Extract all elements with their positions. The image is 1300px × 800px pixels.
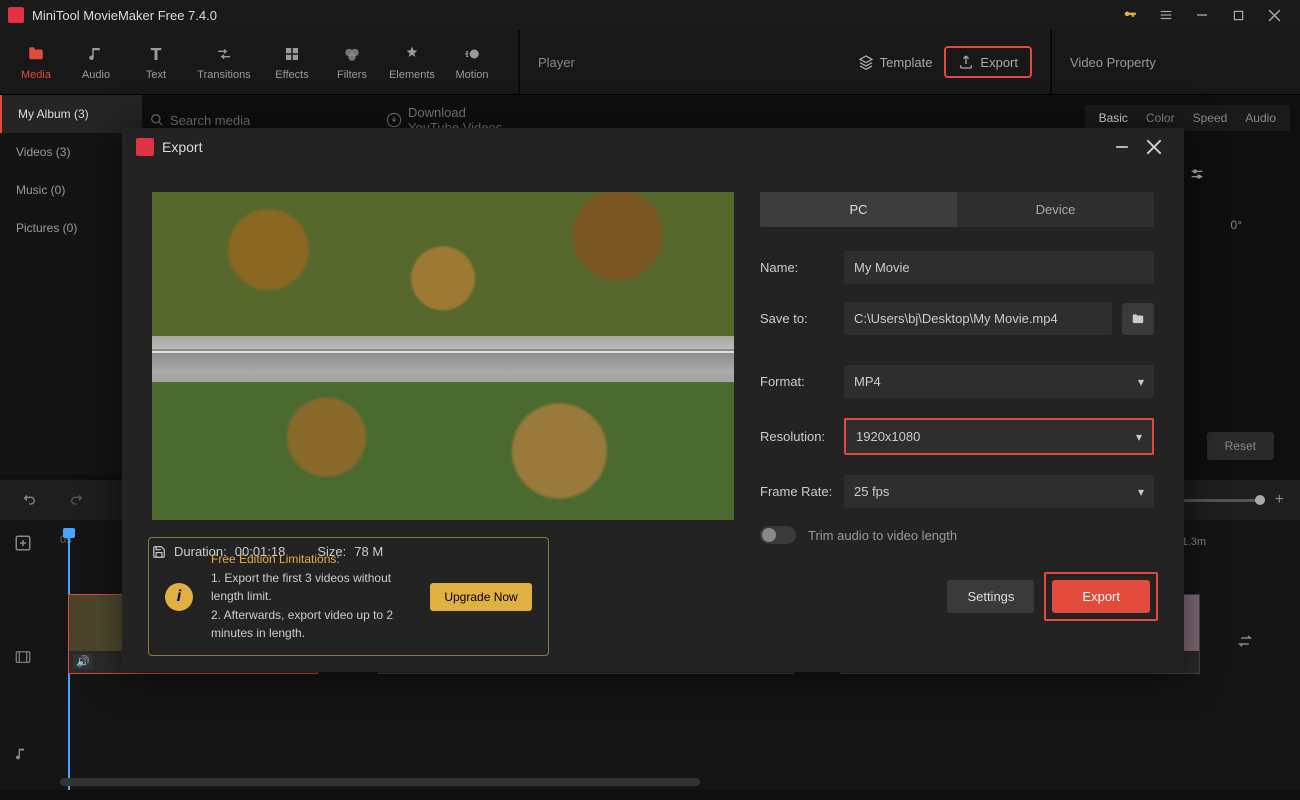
time-mark-end: 1.3m bbox=[1182, 536, 1206, 548]
search-icon bbox=[150, 113, 164, 127]
download-icon bbox=[386, 112, 402, 128]
sidebar-item-videos[interactable]: Videos (3) bbox=[0, 133, 142, 171]
target-segment: PC Device bbox=[760, 192, 1154, 227]
video-track-icon[interactable] bbox=[14, 648, 58, 666]
tool-label: Media bbox=[21, 69, 51, 81]
tool-elements[interactable]: Elements bbox=[382, 30, 442, 94]
info-icon: i bbox=[165, 583, 193, 611]
fps-select[interactable]: 25 fps ▾ bbox=[844, 475, 1154, 508]
add-track-icon[interactable] bbox=[14, 534, 58, 552]
tab-color[interactable]: Color bbox=[1146, 111, 1175, 125]
sidebar-item-album[interactable]: My Album (3) bbox=[0, 95, 142, 133]
tab-basic[interactable]: Basic bbox=[1099, 111, 1128, 125]
clip-audio-icon: 🔊 bbox=[73, 654, 93, 669]
effects-icon bbox=[283, 43, 301, 65]
swap-icon[interactable] bbox=[1236, 632, 1254, 650]
zoom-in-icon[interactable]: + bbox=[1275, 491, 1284, 509]
motion-icon bbox=[463, 43, 481, 65]
folder-icon bbox=[26, 43, 46, 65]
dialog-title: Export bbox=[162, 139, 1106, 155]
free-limitations-notice: i Free Edition Limitations: 1. Export th… bbox=[148, 537, 549, 656]
export-dialog: Export Duration: 00:01:18 Size: 78 M bbox=[122, 128, 1184, 672]
transitions-icon bbox=[214, 43, 234, 65]
text-icon bbox=[147, 43, 165, 65]
upgrade-button[interactable]: Upgrade Now bbox=[430, 583, 531, 611]
export-button-highlight: Export bbox=[1044, 572, 1158, 621]
dialog-close-button[interactable] bbox=[1138, 131, 1170, 163]
chevron-down-icon: ▾ bbox=[1138, 485, 1144, 499]
tool-media[interactable]: Media bbox=[6, 30, 66, 94]
tool-filters[interactable]: Filters bbox=[322, 30, 382, 94]
chevron-down-icon: ▾ bbox=[1138, 375, 1144, 389]
timeline-scrollbar[interactable] bbox=[60, 778, 700, 786]
adjust-icon[interactable] bbox=[1189, 166, 1205, 182]
sidebar-item-pictures[interactable]: Pictures (0) bbox=[0, 209, 142, 247]
player-label: Player bbox=[538, 55, 846, 70]
library-sidebar: My Album (3) Videos (3) Music (0) Pictur… bbox=[0, 95, 142, 475]
tool-audio[interactable]: Audio bbox=[66, 30, 126, 94]
maximize-button[interactable] bbox=[1220, 0, 1256, 30]
saveto-input[interactable] bbox=[844, 302, 1112, 335]
tool-transitions[interactable]: Transitions bbox=[186, 30, 262, 94]
filters-icon bbox=[343, 43, 361, 65]
app-logo-icon bbox=[136, 138, 154, 156]
tab-audio[interactable]: Audio bbox=[1245, 111, 1276, 125]
tab-pc[interactable]: PC bbox=[760, 192, 957, 227]
tool-effects[interactable]: Effects bbox=[262, 30, 322, 94]
format-label: Format: bbox=[760, 374, 834, 389]
layers-icon bbox=[858, 54, 874, 70]
tool-text[interactable]: Text bbox=[126, 30, 186, 94]
dialog-minimize-button[interactable] bbox=[1106, 131, 1138, 163]
folder-icon bbox=[1130, 312, 1146, 326]
resolution-select[interactable]: 1920x1080 ▾ bbox=[844, 418, 1154, 455]
format-select[interactable]: MP4 ▾ bbox=[844, 365, 1154, 398]
tab-speed[interactable]: Speed bbox=[1193, 111, 1228, 125]
key-icon[interactable] bbox=[1112, 0, 1148, 30]
rotation-value: 0° bbox=[1231, 218, 1242, 232]
tool-motion[interactable]: Motion bbox=[442, 30, 502, 94]
name-input[interactable] bbox=[844, 251, 1154, 284]
saveto-label: Save to: bbox=[760, 311, 834, 326]
export-button-toolbar[interactable]: Export bbox=[944, 46, 1032, 78]
upload-icon bbox=[958, 54, 974, 70]
close-button[interactable] bbox=[1256, 0, 1292, 30]
minimize-button[interactable] bbox=[1184, 0, 1220, 30]
limitation-line: 2. Afterwards, export video up to 2 minu… bbox=[211, 606, 412, 643]
export-confirm-button[interactable]: Export bbox=[1052, 580, 1150, 613]
sidebar-item-music[interactable]: Music (0) bbox=[0, 171, 142, 209]
template-button[interactable]: Template bbox=[846, 46, 945, 78]
video-preview bbox=[152, 192, 734, 520]
browse-button[interactable] bbox=[1122, 303, 1154, 335]
limitation-line: 1. Export the first 3 videos without len… bbox=[211, 569, 412, 606]
zoom-slider[interactable] bbox=[1181, 499, 1265, 502]
limitations-heading: Free Edition Limitations: bbox=[211, 550, 412, 569]
resolution-label: Resolution: bbox=[760, 429, 834, 444]
settings-button[interactable]: Settings bbox=[947, 580, 1034, 613]
audio-track-icon[interactable] bbox=[14, 746, 58, 762]
redo-icon[interactable] bbox=[68, 492, 86, 508]
tab-device[interactable]: Device bbox=[957, 192, 1154, 227]
music-note-icon bbox=[87, 43, 105, 65]
title-bar: MiniTool MovieMaker Free 7.4.0 bbox=[0, 0, 1300, 30]
menu-icon[interactable] bbox=[1148, 0, 1184, 30]
elements-icon bbox=[403, 43, 421, 65]
undo-icon[interactable] bbox=[20, 492, 38, 508]
fps-label: Frame Rate: bbox=[760, 484, 834, 499]
video-property-label: Video Property bbox=[1050, 30, 1300, 94]
main-toolbar: Media Audio Text Transitions Effects bbox=[0, 30, 1300, 95]
reset-button[interactable]: Reset bbox=[1207, 432, 1274, 460]
chevron-down-icon: ▾ bbox=[1136, 430, 1142, 444]
app-title: MiniTool MovieMaker Free 7.4.0 bbox=[32, 8, 1112, 23]
app-logo-icon bbox=[8, 7, 24, 23]
name-label: Name: bbox=[760, 260, 834, 275]
search-input[interactable] bbox=[170, 113, 346, 128]
